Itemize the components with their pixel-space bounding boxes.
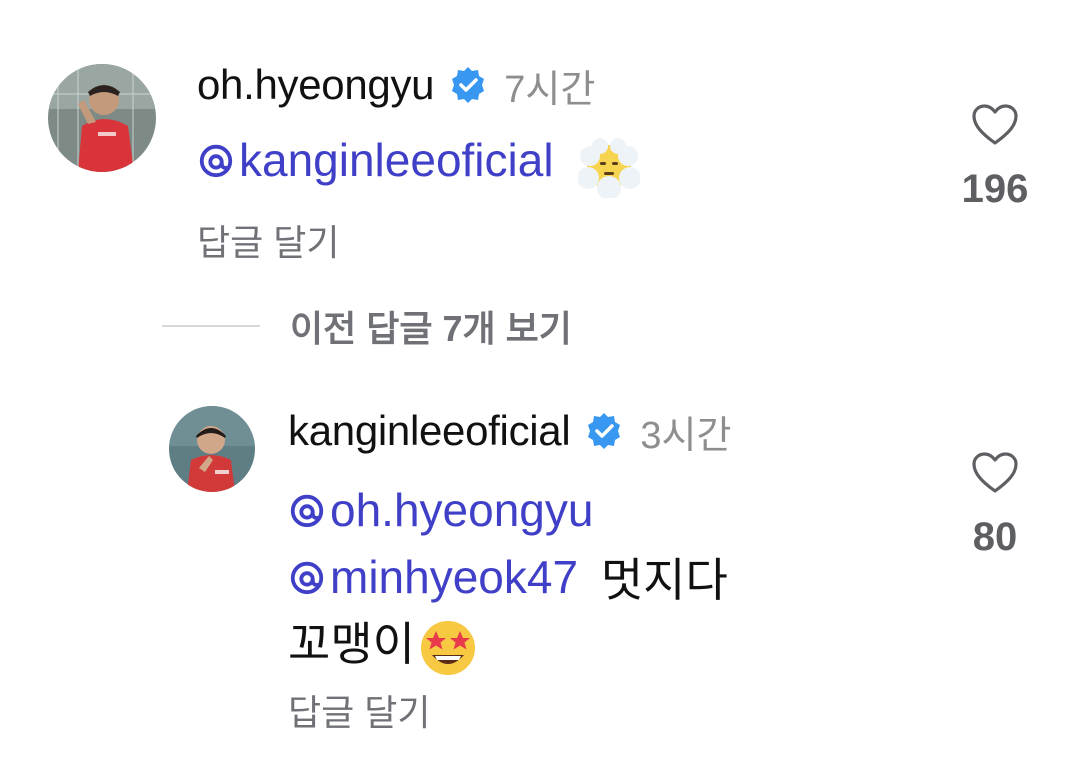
mention-link[interactable]: minhyeok47	[288, 545, 578, 609]
comment-line: 꼬맹이	[288, 612, 728, 679]
timestamp: 3시간	[640, 414, 732, 457]
comment-text-line: 꼬맹이	[288, 618, 415, 670]
reply-button[interactable]: 답글 달기	[288, 684, 430, 736]
like-count: 80	[972, 515, 1018, 559]
view-previous-label: 이전 답글 7개 보기	[290, 308, 572, 349]
view-previous-replies[interactable]: 이전 답글 7개 보기	[162, 300, 572, 352]
comment-line: minhyeok47 멋지다	[288, 545, 728, 612]
avatar-image	[169, 406, 255, 492]
star-struck-emoji	[417, 617, 479, 679]
avatar-image	[48, 64, 156, 172]
threads-at-icon	[288, 491, 326, 529]
comment-header: kanginleeoficial 3시간	[288, 406, 732, 457]
avatar[interactable]	[169, 406, 255, 492]
timestamp: 7시간	[504, 68, 596, 111]
verified-badge-icon	[448, 65, 488, 105]
threads-at-icon	[288, 558, 326, 596]
face-in-clouds-emoji	[578, 136, 641, 198]
heart-outline-icon[interactable]	[971, 103, 1019, 147]
like-group: 80	[950, 451, 1040, 560]
like-group: 196	[950, 103, 1040, 212]
username[interactable]: oh.hyeongyu	[197, 61, 435, 109]
username[interactable]: kanginleeoficial	[288, 407, 571, 455]
comment-text: kanginleeoficial	[197, 128, 641, 198]
comment-header: oh.hyeongyu 7시간	[197, 60, 596, 111]
divider-line	[162, 325, 260, 327]
verified-badge-icon	[584, 411, 624, 451]
mention-text: oh.hyeongyu	[330, 484, 594, 536]
mention-text: kanginleeoficial	[239, 134, 554, 186]
mention-link[interactable]: oh.hyeongyu	[288, 478, 593, 542]
reply-button[interactable]: 답글 달기	[197, 214, 339, 266]
avatar[interactable]	[48, 64, 156, 172]
heart-outline-icon[interactable]	[971, 451, 1019, 495]
mention-text: minhyeok47	[330, 551, 579, 603]
threads-at-icon	[197, 141, 235, 179]
comment-text: oh.hyeongyu minhyeok47 멋지다 꼬맹이	[288, 478, 728, 679]
comment-text-tail: 멋지다	[600, 554, 728, 606]
comment-line: oh.hyeongyu	[288, 478, 728, 545]
like-count: 196	[961, 167, 1029, 211]
mention-link[interactable]: kanginleeoficial	[197, 128, 554, 192]
